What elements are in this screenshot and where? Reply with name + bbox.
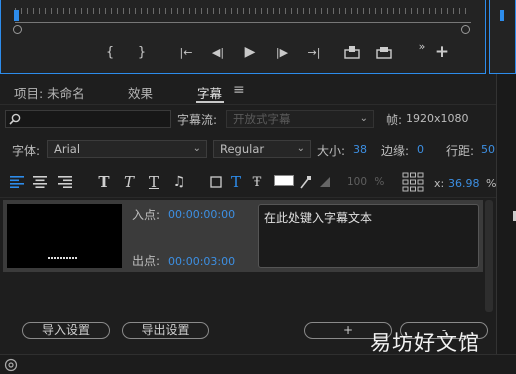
align-center-glyph xyxy=(33,176,47,188)
text-color-icon[interactable]: T xyxy=(229,173,243,191)
frame-label: 帧: xyxy=(386,113,403,127)
status-bar xyxy=(0,354,516,374)
music-note-icon[interactable]: ♫ xyxy=(171,173,187,191)
search-icon xyxy=(9,113,21,125)
size-value[interactable]: 38 xyxy=(353,143,367,156)
caption-stream-select: 开放式字幕 ⌄ xyxy=(226,110,374,128)
tab-captions[interactable]: 字幕 xyxy=(197,83,222,102)
fill-color xyxy=(275,176,293,185)
color-swatch[interactable] xyxy=(274,175,294,186)
font-style-value: Regular xyxy=(220,142,265,156)
insert-icon[interactable] xyxy=(342,42,362,62)
eyedropper-glyph xyxy=(300,176,311,189)
active-tab-indicator xyxy=(196,101,224,103)
export-settings-button[interactable]: 导出设置 xyxy=(122,322,209,339)
caption-search-input[interactable] xyxy=(5,110,171,128)
more-controls-icon[interactable]: » xyxy=(412,36,432,56)
underline-icon[interactable]: T xyxy=(146,173,162,191)
thumbnail-caption-preview xyxy=(48,257,78,259)
out-point-marker[interactable] xyxy=(461,25,470,34)
leading-label: 行距: xyxy=(446,144,475,158)
secondary-playhead xyxy=(500,10,504,21)
chevron-down-icon: ⌄ xyxy=(192,143,201,154)
align-left-glyph xyxy=(10,176,24,188)
right-panel-edge xyxy=(496,74,516,374)
font-family-select[interactable]: Arial ⌄ xyxy=(47,140,207,158)
x-label: x: xyxy=(434,177,445,190)
opacity-number: 100 xyxy=(347,176,368,188)
step-forward-button[interactable]: |▶ xyxy=(272,42,292,62)
mark-in-button[interactable]: { xyxy=(100,42,120,62)
playhead[interactable] xyxy=(14,10,19,21)
opacity-unit: % xyxy=(374,176,385,188)
caption-list-scrollbar[interactable] xyxy=(485,200,493,312)
tab-project[interactable]: 项目: 未命名 xyxy=(14,83,85,102)
chevron-down-icon: ⌄ xyxy=(296,143,305,154)
caption-text-field[interactable]: 在此处键入字幕文本 xyxy=(258,204,479,268)
opacity-icon xyxy=(318,173,332,191)
align-left-icon[interactable] xyxy=(9,173,25,191)
timeline-track xyxy=(15,22,471,23)
edge-color-icon[interactable]: Ŧ xyxy=(249,173,265,191)
go-to-in-button[interactable]: |← xyxy=(176,42,196,62)
watermark-text: 易坊好文馆 xyxy=(370,331,480,355)
overwrite-glyph xyxy=(376,47,392,59)
program-monitor: { } |← ◀| ▶ |▶ →| » + xyxy=(0,0,486,74)
button-editor-icon[interactable]: + xyxy=(432,42,452,62)
panel-menu-icon[interactable]: ≡ xyxy=(233,82,245,98)
transport-controls: { } |← ◀| ▶ |▶ →| » + xyxy=(86,40,466,64)
chevron-down-icon: ⌄ xyxy=(359,113,368,124)
secondary-monitor xyxy=(489,0,516,74)
stream-label: 字幕流: xyxy=(177,113,218,127)
background-swatch xyxy=(210,176,222,188)
tab-divider xyxy=(0,104,496,105)
font-style-select[interactable]: Regular ⌄ xyxy=(213,140,311,158)
edge-label: 边缘: xyxy=(381,144,410,158)
caption-stream-value: 开放式字幕 xyxy=(233,112,291,126)
italic-icon[interactable]: T xyxy=(121,173,137,191)
font-family-value: Arial xyxy=(54,142,81,156)
align-center-icon[interactable] xyxy=(32,173,48,191)
play-button[interactable]: ▶ xyxy=(240,42,260,62)
x-unit: % xyxy=(486,177,497,190)
position-grid-glyph xyxy=(402,172,424,192)
creative-cloud-icon[interactable] xyxy=(4,358,18,372)
overwrite-icon[interactable] xyxy=(374,42,394,62)
leading-value[interactable]: 50 xyxy=(481,143,495,156)
edge-value[interactable]: 0 xyxy=(417,143,424,156)
out-point-timecode[interactable]: 00:00:03:00 xyxy=(168,255,235,268)
in-point-label: 入点: xyxy=(132,208,161,222)
timeline-ruler[interactable] xyxy=(15,4,471,20)
in-point-marker[interactable] xyxy=(13,25,22,34)
opacity-value: 100 % xyxy=(347,176,384,188)
frame-size-value: 1920x1080 xyxy=(406,112,469,125)
eyedropper-icon[interactable] xyxy=(299,173,311,191)
x-position-value[interactable]: 36.98 xyxy=(448,177,480,190)
toolbar-divider xyxy=(0,197,496,198)
in-point-timecode[interactable]: 00:00:00:00 xyxy=(168,208,235,221)
opacity-glyph xyxy=(320,177,330,187)
step-back-button[interactable]: ◀| xyxy=(208,42,228,62)
position-grid-icon[interactable] xyxy=(402,172,424,195)
bold-icon[interactable]: T xyxy=(96,173,112,191)
size-label: 大小: xyxy=(317,144,346,158)
mark-out-button[interactable]: } xyxy=(132,42,152,62)
font-label: 字体: xyxy=(12,144,41,158)
import-settings-button[interactable]: 导入设置 xyxy=(22,322,110,339)
tab-effects[interactable]: 效果 xyxy=(128,83,153,102)
go-to-out-button[interactable]: →| xyxy=(304,42,324,62)
out-point-label: 出点: xyxy=(132,254,161,268)
background-color-icon[interactable] xyxy=(209,173,223,191)
align-right-icon[interactable] xyxy=(57,173,73,191)
align-right-glyph xyxy=(58,176,72,188)
insert-glyph xyxy=(344,46,360,59)
